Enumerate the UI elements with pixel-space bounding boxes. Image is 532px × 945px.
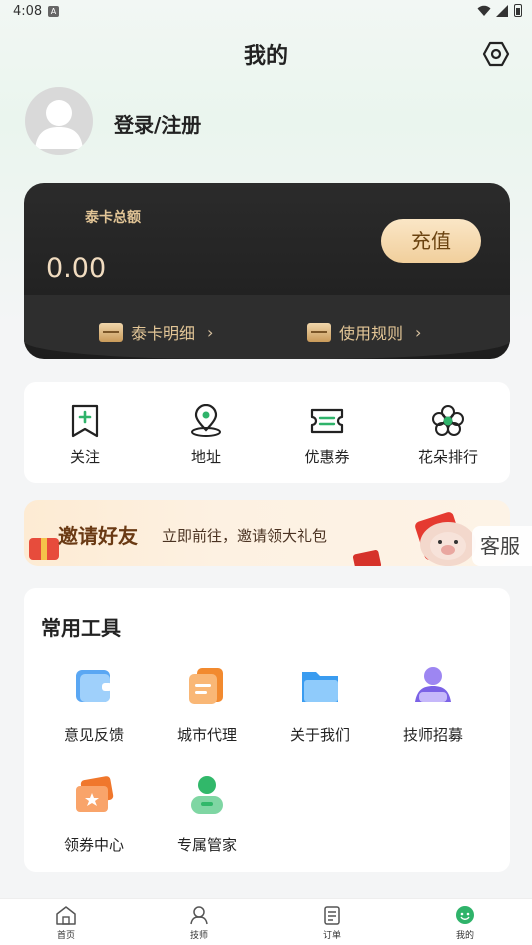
feedback-wallet-icon xyxy=(72,664,116,708)
card-detail-link[interactable]: 泰卡明细 › xyxy=(99,320,213,344)
quick-actions: 关注 地址 优惠券 花朵排行 xyxy=(24,382,510,483)
banner-subtitle: 立即前往，邀请领大礼包 xyxy=(162,527,328,545)
tools-title: 常用工具 xyxy=(41,616,121,640)
flower-icon xyxy=(432,405,464,436)
folder-icon xyxy=(298,664,342,708)
quick-item-address[interactable]: 地址 xyxy=(156,404,256,467)
tool-label: 领券中心 xyxy=(63,836,124,854)
page-title: 我的 xyxy=(243,44,288,69)
card-detail-label: 泰卡明细 xyxy=(131,324,196,343)
tool-label: 专属管家 xyxy=(176,836,237,854)
ticket-icon xyxy=(310,408,344,434)
notification-icon: A xyxy=(48,6,59,17)
order-icon xyxy=(324,906,340,925)
tool-coupon-center[interactable]: 领券中心 xyxy=(40,774,148,855)
usage-rules-link[interactable]: 使用规则 › xyxy=(307,320,421,344)
card-footer xyxy=(24,295,510,359)
tab-label: 首页 xyxy=(56,931,75,941)
bottom-tab-bar: 首页 技师 订单 我的 xyxy=(0,898,532,945)
quick-item-flower-rank[interactable]: 花朵排行 xyxy=(398,404,498,467)
tab-technician[interactable]: 技师 xyxy=(169,905,229,941)
login-register-link[interactable]: 登录/注册 xyxy=(114,109,201,138)
tool-personal-butler[interactable]: 专属管家 xyxy=(153,774,261,855)
status-icons xyxy=(477,4,522,17)
tool-label: 意见反馈 xyxy=(63,726,124,744)
tool-label: 城市代理 xyxy=(176,726,237,744)
balance-card: 泰卡总额 0.00 充值 泰卡明细 › 使用规则 › xyxy=(24,183,510,359)
signal-icon xyxy=(496,4,508,17)
tool-label: 技师招募 xyxy=(402,726,463,744)
coupon-center-icon xyxy=(72,774,116,818)
tool-feedback[interactable]: 意见反馈 xyxy=(40,664,148,745)
red-envelope-icon xyxy=(352,549,382,566)
settings-icon[interactable] xyxy=(482,40,510,68)
city-agent-icon xyxy=(185,664,229,708)
usage-rules-label: 使用规则 xyxy=(339,324,404,343)
tab-mine[interactable]: 我的 xyxy=(435,905,495,941)
tab-home[interactable]: 首页 xyxy=(36,905,96,941)
chevron-right-icon: › xyxy=(415,322,422,342)
tab-label: 订单 xyxy=(322,931,341,941)
home-icon xyxy=(56,906,76,925)
quick-item-label: 优惠券 xyxy=(304,448,350,466)
status-bar: 4:08 A xyxy=(0,0,532,24)
bookmark-plus-icon xyxy=(71,404,99,438)
recharge-button[interactable]: 充值 xyxy=(381,219,481,263)
default-avatar-icon xyxy=(35,100,83,149)
status-time: 4:08 xyxy=(13,4,43,19)
quick-item-label: 花朵排行 xyxy=(417,448,478,466)
customer-service-mascot-icon[interactable] xyxy=(420,522,476,566)
card-icon xyxy=(99,322,123,342)
chevron-right-icon: › xyxy=(207,322,214,342)
common-tools-section: 常用工具 意见反馈 城市代理 关于我们 技师招募 领券中心 专属管家 xyxy=(24,588,510,872)
tab-label: 我的 xyxy=(455,931,474,941)
banner-title: 邀请好友 xyxy=(58,524,138,548)
wifi-icon xyxy=(477,5,491,16)
tool-about-us[interactable]: 关于我们 xyxy=(266,664,374,745)
mine-icon xyxy=(456,906,474,924)
tab-orders[interactable]: 订单 xyxy=(302,905,362,941)
tool-city-agent[interactable]: 城市代理 xyxy=(153,664,261,745)
tab-label: 技师 xyxy=(189,931,208,941)
tool-technician-recruit[interactable]: 技师招募 xyxy=(379,664,487,745)
recruit-person-icon xyxy=(411,664,455,708)
butler-icon xyxy=(185,774,229,818)
gift-icon xyxy=(29,538,59,560)
card-icon xyxy=(307,322,331,342)
battery-icon xyxy=(514,4,522,17)
quick-item-follow[interactable]: 关注 xyxy=(35,404,135,467)
technician-icon xyxy=(190,906,208,925)
quick-item-label: 地址 xyxy=(190,448,221,466)
card-total-label: 泰卡总额 xyxy=(85,210,141,226)
quick-item-coupon[interactable]: 优惠券 xyxy=(277,404,377,467)
location-pin-icon xyxy=(191,404,221,437)
avatar[interactable] xyxy=(25,87,93,155)
quick-item-label: 关注 xyxy=(69,448,100,466)
card-amount: 0.00 xyxy=(46,253,107,284)
tool-label: 关于我们 xyxy=(289,726,350,744)
customer-service-button[interactable]: 客服 xyxy=(472,526,532,566)
